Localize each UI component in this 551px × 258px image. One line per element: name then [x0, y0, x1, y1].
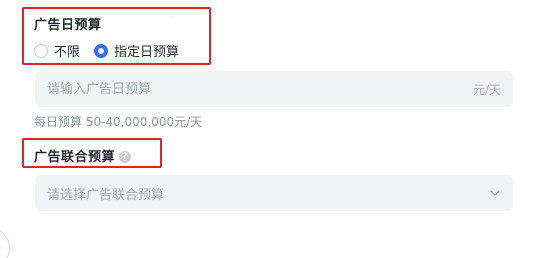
radio-unlimited[interactable]: 不限	[34, 41, 80, 60]
daily-budget-field: 元/天	[35, 71, 513, 107]
unit-suffix: 元/天	[472, 82, 501, 97]
joint-budget-select[interactable]: 请选择广告联合预算	[35, 175, 513, 211]
joint-budget-title-row: 广告联合预算?	[34, 146, 132, 165]
budget-settings-panel: · 广告日预算 不限 指定日预算 元/天 每日预算 50-40,000,000元…	[0, 0, 551, 258]
decorative-arc	[0, 228, 10, 258]
radio-specified-label: 指定日预算	[114, 45, 180, 60]
radio-unlimited-label: 不限	[54, 45, 81, 60]
joint-budget-title: 广告联合预算	[34, 150, 116, 165]
radio-unchecked-icon	[34, 43, 48, 58]
daily-budget-title: 广告日预算	[34, 18, 102, 33]
chevron-down-icon	[490, 190, 500, 196]
daily-budget-radio-group: 不限 指定日预算	[34, 41, 179, 60]
joint-budget-select-placeholder: 请选择广告联合预算	[47, 187, 165, 203]
radio-specified-daily-budget[interactable]: 指定日预算	[94, 41, 179, 60]
radio-checked-icon	[94, 43, 109, 58]
daily-budget-hint: 每日预算 50-40,000,000元/天	[34, 115, 203, 129]
daily-budget-input[interactable]	[47, 81, 473, 97]
question-circle-icon[interactable]: ?	[119, 150, 132, 163]
